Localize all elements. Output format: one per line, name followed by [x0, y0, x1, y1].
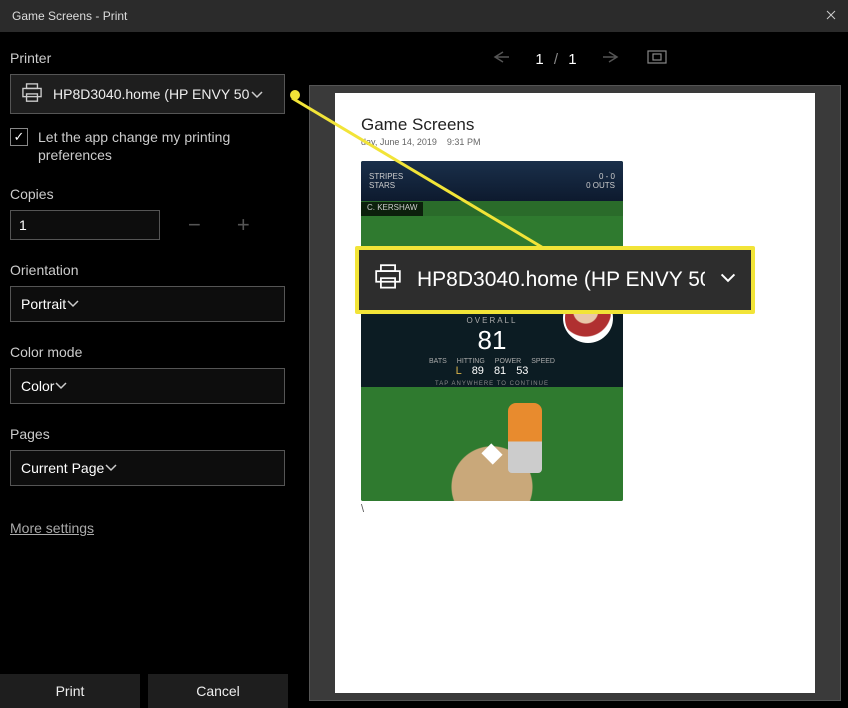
fit-page-icon[interactable] — [647, 50, 667, 68]
doc-title: Game Screens — [361, 115, 789, 135]
chevron-down-icon — [104, 460, 118, 477]
doc-meta: day, June 14, 2019 9:31 PM — [361, 137, 789, 147]
pages-value: Current Page — [21, 460, 104, 476]
preview-toolbar: 1 / 1 — [310, 32, 848, 86]
page-slash: / — [554, 51, 558, 68]
printer-icon — [373, 264, 403, 296]
page-total: 1 — [568, 51, 576, 68]
pitcher-name: C. KERSHAW — [361, 202, 423, 216]
chevron-down-icon — [54, 378, 68, 395]
preview-sheet: Game Screens day, June 14, 2019 9:31 PM … — [335, 93, 815, 693]
scoreboard: STRIPES0 - 0 STARS0 OUTS — [361, 161, 623, 201]
preview-pane: 1 / 1 Game Screens day, June 14, 2019 9:… — [310, 32, 848, 708]
tap-hint: TAP ANYWHERE TO CONTINUE — [361, 381, 623, 387]
copies-plus-button[interactable]: + — [237, 212, 250, 238]
close-icon[interactable] — [826, 9, 836, 23]
copies-input[interactable] — [10, 210, 160, 240]
window-title: Game Screens - Print — [12, 9, 826, 23]
chevron-down-icon — [719, 268, 737, 292]
pages-label: Pages — [10, 426, 300, 442]
autochange-checkbox[interactable]: ✓ — [10, 128, 28, 146]
stat-values: L 89 81 53 — [361, 365, 623, 377]
copies-label: Copies — [10, 186, 300, 202]
more-settings-link[interactable]: More settings — [10, 520, 300, 536]
prev-page-button[interactable] — [491, 50, 509, 68]
next-page-button[interactable] — [603, 50, 621, 68]
stat-labels: BATS HITTING POWER SPEED — [361, 358, 623, 365]
annotation-callout: HP8D3040.home (HP ENVY 50 — [355, 246, 755, 314]
pages-select[interactable]: Current Page — [10, 450, 285, 486]
print-sidebar: Printer HP8D3040.home (HP ENVY 50 ✓ Let … — [0, 32, 310, 708]
annotation-dot — [290, 90, 300, 100]
colormode-value: Color — [21, 378, 54, 394]
colormode-label: Color mode — [10, 344, 300, 360]
callout-text: HP8D3040.home (HP ENVY 50 — [417, 268, 705, 292]
orientation-value: Portrait — [21, 296, 66, 312]
titlebar: Game Screens - Print — [0, 0, 848, 32]
print-button[interactable]: Print — [0, 674, 140, 708]
autochange-label: Let the app change my printing preferenc… — [38, 128, 300, 164]
colormode-select[interactable]: Color — [10, 368, 285, 404]
orientation-label: Orientation — [10, 262, 300, 278]
copies-minus-button[interactable]: − — [188, 212, 201, 238]
page-current: 1 — [535, 51, 543, 68]
chevron-down-icon — [66, 296, 80, 313]
printer-value: HP8D3040.home (HP ENVY 50 — [53, 86, 249, 102]
preview-area: Game Screens day, June 14, 2019 9:31 PM … — [310, 86, 840, 700]
game-screenshot: STRIPES0 - 0 STARS0 OUTS C. KERSHAW LF B… — [361, 161, 623, 501]
cancel-button[interactable]: Cancel — [148, 674, 288, 708]
printer-icon — [21, 83, 43, 106]
orientation-select[interactable]: Portrait — [10, 286, 285, 322]
printer-select[interactable]: HP8D3040.home (HP ENVY 50 — [10, 74, 285, 114]
printer-label: Printer — [10, 50, 300, 66]
